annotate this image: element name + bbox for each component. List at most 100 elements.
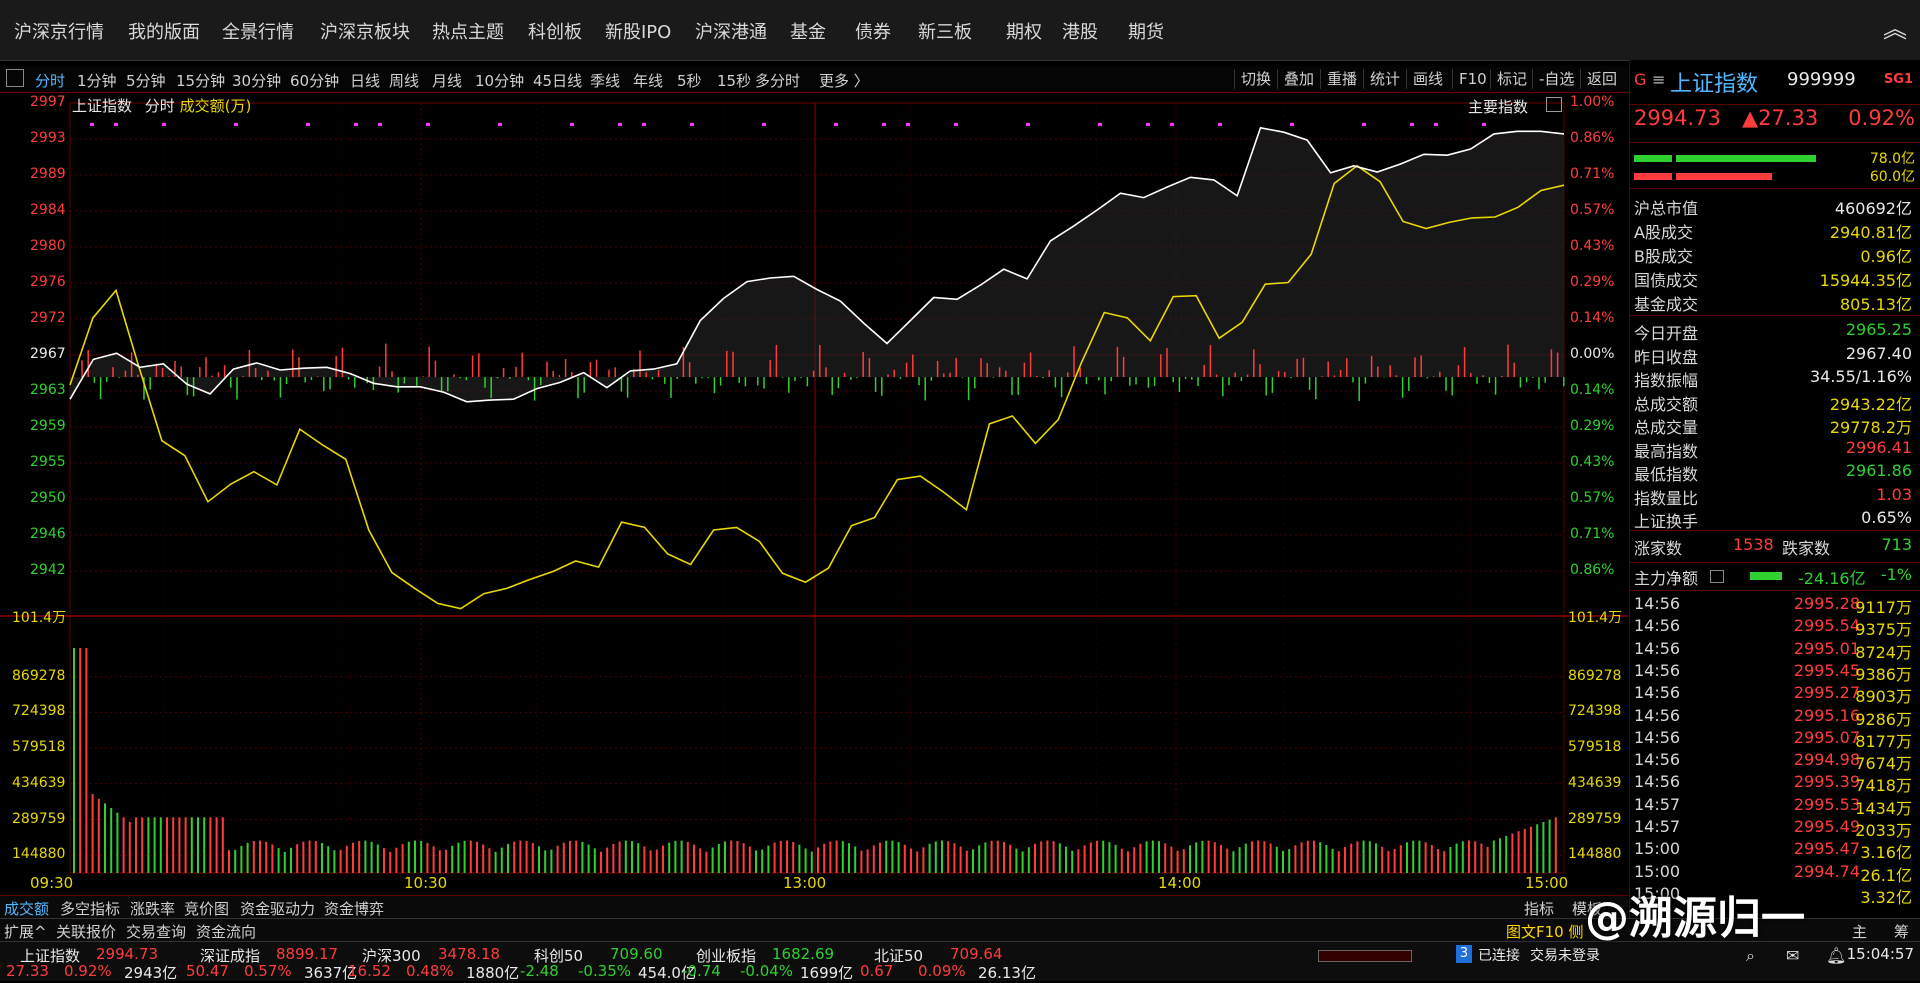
toolbar-button-6[interactable]: 标记 [1490,69,1533,89]
signal-marker [354,123,358,126]
volume-bar [1133,847,1136,873]
period-tab-10[interactable]: 45日线 [533,70,582,91]
tick-row: 15:00 2994.74 26.1亿 [1630,862,1916,885]
menu-item-2[interactable]: 全景行情 [222,18,294,44]
volume-bar [370,841,373,873]
menu-item-3[interactable]: 沪深京板块 [320,18,410,44]
toolbar-button-3[interactable]: 统计 [1363,69,1406,89]
volume-bar [767,845,770,873]
menu-item-5[interactable]: 科创板 [528,18,582,44]
panel-toggle-icon[interactable] [6,69,24,87]
chart-settings-icon[interactable] [1546,97,1562,112]
indicator-button[interactable]: 指标 [1524,898,1554,919]
volume-bar [804,848,807,873]
ext-tab-3[interactable]: 资金流向 [196,921,256,942]
toolbar-button-8[interactable]: 返回 [1580,69,1623,89]
pct-tick: 0.29% [1570,274,1615,290]
period-tab-1[interactable]: 1分钟 [77,70,117,91]
volume-bar [1096,840,1098,873]
main-index-label[interactable]: 主要指数 [1468,96,1528,117]
period-tab-13[interactable]: 5秒 [677,70,702,91]
indicator-tab-3[interactable]: 竞价图 [184,898,229,919]
menu-item-12[interactable]: 港股 [1062,18,1098,44]
tick-volume: 8724万 [1855,642,1912,662]
volume-bar [606,847,609,873]
search-icon[interactable]: ⌕ [1746,946,1755,966]
main-button[interactable]: 主 [1852,921,1867,942]
volume-bar [773,842,776,873]
indicator-tab-1[interactable]: 多空指标 [60,898,120,919]
menu-item-1[interactable]: 我的版面 [128,18,200,44]
flow-detail-icon[interactable] [1710,570,1724,583]
quote-row: 最低指数 2961.86 [1630,461,1916,485]
signal-marker [906,123,910,126]
chart-index-name: 上证指数 [72,97,133,115]
toolbar-button-7[interactable]: -自选 [1532,69,1580,89]
period-tab-9[interactable]: 10分钟 [475,70,524,91]
intraday-chart[interactable]: 上证指数 分时 成交额(万) 主要指数 2997 2993 2989 2984 2980… [0,93,1628,895]
toolbar-button-2[interactable]: 重播 [1320,69,1363,89]
menu-item-10[interactable]: 新三板 [918,18,972,44]
menu-item-6[interactable]: 新股IPO [605,18,671,44]
f10-button[interactable]: 图文F10 侧 [1506,921,1583,942]
sg1-badge[interactable]: SG1 [1884,72,1913,87]
trade-status[interactable]: 交易未登录 [1530,945,1600,965]
menu-item-0[interactable]: 沪深京行情 [14,18,104,44]
tick-price: 2994.98 [1793,750,1860,770]
ext-tab-0[interactable]: 扩展^ [4,921,47,942]
menu-item-9[interactable]: 债券 [855,18,891,44]
quote-row-value: 460692亿 [1834,199,1912,218]
ext-tab-1[interactable]: 关联报价 [56,921,116,942]
toolbar-button-1[interactable]: 叠加 [1277,69,1320,89]
period-tab-8[interactable]: 月线 [432,70,462,91]
indicator-tab-4[interactable]: 资金驱动力 [240,898,315,919]
chart-canvas[interactable] [0,93,1628,895]
period-tab-7[interactable]: 周线 [389,70,419,91]
volume-bar [407,841,410,873]
tick-price: 2995.27 [1793,683,1860,703]
toolbar-button-5[interactable]: F10 [1452,69,1493,89]
quote-row-label: 总成交量 [1634,418,1699,437]
chevron-up-icon[interactable]: ︽ [1882,16,1908,42]
indicator-tab-2[interactable]: 涨跌率 [130,898,175,919]
bell-icon[interactable]: 🔔︎ [1826,946,1846,965]
period-tab-2[interactable]: 5分钟 [126,70,166,91]
menu-item-4[interactable]: 热点主题 [432,18,504,44]
period-tab-14[interactable]: 15秒 [717,70,751,91]
volume-tick-left: 869278 [12,667,66,684]
menu-item-7[interactable]: 沪深港通 [695,18,767,44]
volume-bar [104,803,106,873]
menu-item-8[interactable]: 基金 [790,18,826,44]
period-tab-6[interactable]: 日线 [350,70,380,91]
toolbar-button-4[interactable]: 画线 [1406,69,1449,89]
period-tab-4[interactable]: 30分钟 [232,70,281,91]
price-tick: 2997 [30,94,66,110]
period-tab-11[interactable]: 季线 [590,70,620,91]
message-icon[interactable]: ✉ [1786,946,1799,965]
indicator-tab-5[interactable]: 资金博弈 [324,898,384,919]
menu-item-11[interactable]: 期权 [1006,18,1042,44]
menu-item-13[interactable]: 期货 [1128,18,1164,44]
period-tab-5[interactable]: 60分钟 [290,70,339,91]
tick-time: 14:56 [1634,594,1681,613]
toolbar-button-0[interactable]: 切换 [1234,69,1277,89]
period-tab-3[interactable]: 15分钟 [176,70,225,91]
ext-tab-2[interactable]: 交易查询 [126,921,186,942]
deal-button[interactable]: 筹 [1894,921,1909,942]
period-tab-16[interactable]: 更多 〉 [819,70,869,91]
flow-bar-green-1 [1634,155,1672,162]
period-tab-12[interactable]: 年线 [633,70,663,91]
quote-row-value: 2967.40 [1845,343,1912,363]
period-tab-0[interactable]: 分时 [35,70,65,91]
signal-marker [378,123,382,126]
volume-bar [569,840,571,873]
indicator-tab-0[interactable]: 成交额 [4,898,49,919]
menu-icon[interactable]: ≡ [1652,70,1665,89]
volume-bar [178,817,181,873]
volume-bar [841,841,844,873]
volume-bar [376,844,379,873]
volume-bar [1282,850,1284,873]
volume-bar [1406,842,1408,873]
pct-tick: 0.14% [1570,382,1615,398]
period-tab-15[interactable]: 多分时 [755,70,800,91]
